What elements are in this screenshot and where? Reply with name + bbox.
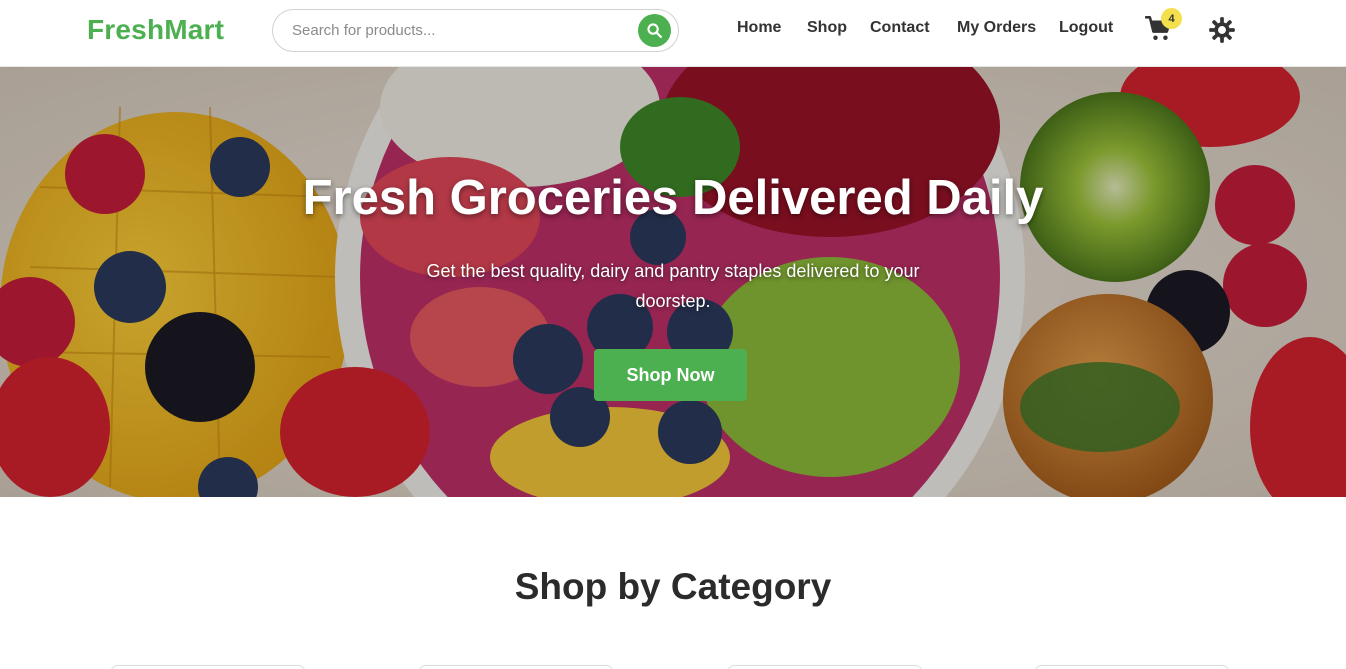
hero-title: Fresh Groceries Delivered Daily: [302, 171, 1044, 225]
search-button[interactable]: [638, 14, 671, 47]
nav-my-orders-link[interactable]: My Orders: [957, 19, 1036, 37]
nav-home-link[interactable]: Home: [737, 19, 781, 37]
shop-now-button[interactable]: Shop Now: [594, 349, 747, 401]
search-input[interactable]: [292, 10, 632, 51]
category-card[interactable]: [110, 665, 306, 669]
category-card[interactable]: [1034, 665, 1230, 669]
nav-logout-link[interactable]: Logout: [1059, 19, 1113, 37]
brand-logo[interactable]: FreshMart: [87, 14, 224, 46]
theme-toggle-button[interactable]: [1208, 16, 1236, 44]
nav-contact-link[interactable]: Contact: [870, 19, 930, 37]
navbar: FreshMart Home Shop Contact My Orders Lo…: [0, 0, 1346, 67]
category-section-title: Shop by Category: [514, 566, 832, 607]
nav-shop-link[interactable]: Shop: [807, 19, 847, 37]
search-icon: [647, 23, 663, 39]
category-card[interactable]: [418, 665, 614, 669]
search-bar: [272, 9, 679, 52]
hero-banner: Fresh Groceries Delivered Daily Get the …: [0, 67, 1346, 497]
sun-icon: [1209, 17, 1235, 43]
hero-subtitle: Get the best quality, dairy and pantry s…: [426, 261, 920, 311]
cart-count-badge: 4: [1161, 8, 1182, 29]
category-card[interactable]: [727, 665, 923, 669]
